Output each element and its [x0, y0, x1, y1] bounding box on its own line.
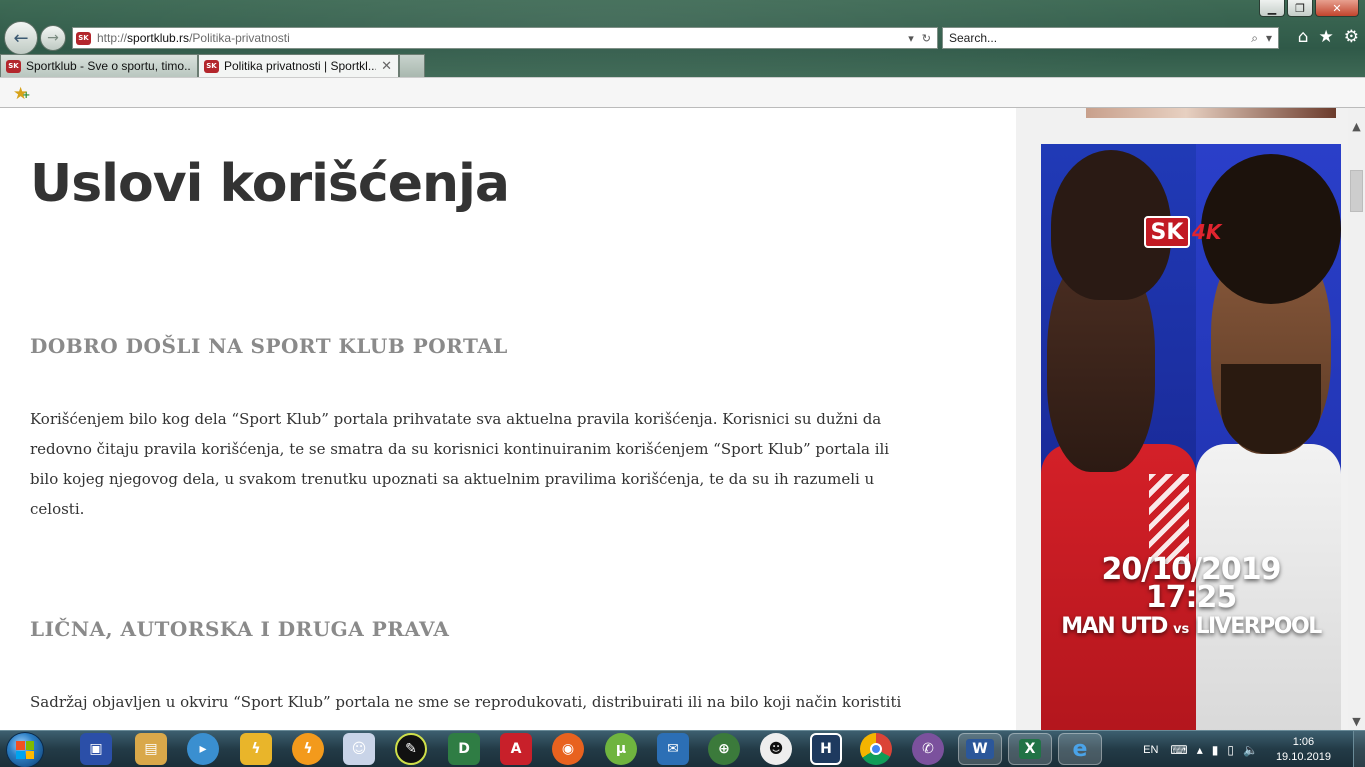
- sidebar: SK 4K 20/10/2019 17:25 MAN UTD vs LIVERP…: [1016, 108, 1348, 730]
- paragraph-line: celosti.: [30, 500, 85, 518]
- show-desktop-button[interactable]: [1353, 731, 1365, 767]
- tab-strip: SK Sportklub - Sve o sportu, timo... SK …: [0, 54, 425, 77]
- logo-4k-label: 4K: [1192, 220, 1222, 244]
- show-hidden-icons-arrow-icon[interactable]: ▴: [1197, 743, 1203, 757]
- match-advertisement[interactable]: SK 4K 20/10/2019 17:25 MAN UTD vs LIVERP…: [1041, 144, 1341, 730]
- clock-date: 19.10.2019: [1275, 750, 1331, 763]
- paragraph-line: Korišćenjem bilo kog dela “Sport Klub” p…: [30, 410, 882, 428]
- url-path: /Politika-privatnosti: [189, 31, 290, 45]
- language-indicator[interactable]: EN: [1143, 744, 1158, 756]
- power-icon[interactable]: ▯: [1227, 743, 1234, 757]
- paragraph-line: Sadržaj objavljen u okviru “Sport Klub” …: [30, 693, 902, 711]
- home-icon[interactable]: ⌂: [1298, 27, 1309, 47]
- word-icon[interactable]: W: [958, 733, 1002, 765]
- windows-logo-icon: [16, 741, 34, 759]
- player-right-beard: [1221, 364, 1321, 454]
- tab-politika-privatnosti[interactable]: SK Politika privatnosti | Sportkl... ✕: [198, 54, 399, 77]
- blackbox-icon[interactable]: ✎: [395, 733, 427, 765]
- favorites-bar: ★ +: [0, 77, 1365, 108]
- clock[interactable]: 1:06 19.10.2019: [1276, 735, 1331, 765]
- mail-icon[interactable]: ✉: [657, 733, 689, 765]
- volume-icon[interactable]: 🔈: [1243, 743, 1258, 757]
- page-content: Uslovi korišćenja DOBRO DOŠLI NA SPORT K…: [0, 108, 1016, 730]
- maximize-button[interactable]: ❐: [1287, 0, 1313, 17]
- forward-button[interactable]: →: [40, 25, 66, 51]
- close-window-button[interactable]: ✕: [1315, 0, 1359, 17]
- minimize-button[interactable]: ▁: [1259, 0, 1285, 17]
- settings-gear-icon[interactable]: ⚙: [1344, 27, 1359, 47]
- paragraph-line: redovno čitaju pravila korišćenja, te se…: [30, 440, 890, 458]
- browser-toolbar-icons: ⌂ ★ ⚙: [1298, 27, 1359, 47]
- scroll-thumb[interactable]: [1350, 170, 1363, 212]
- system-tray: EN ⌨ ▴ ▮ ▯ 🔈 1:06 19.10.2019: [1143, 731, 1365, 767]
- autocad-icon[interactable]: A: [500, 733, 532, 765]
- back-button[interactable]: ←: [4, 21, 38, 55]
- search-placeholder: Search...: [949, 31, 998, 45]
- paragraph-line: bilo kojeg njegovog dela, u svakom trenu…: [30, 470, 875, 488]
- tab-favicon-icon: SK: [204, 59, 219, 73]
- tab-sportklub-home[interactable]: SK Sportklub - Sve o sportu, timo...: [0, 54, 198, 77]
- search-box[interactable]: Search... ⌕ ▾: [942, 27, 1279, 49]
- address-bar[interactable]: SK http://sportklub.rs/Politika-privatno…: [72, 27, 938, 49]
- url-prefix: http://: [97, 31, 128, 45]
- sidebar-image-strip: [1086, 108, 1336, 118]
- chrome-icon[interactable]: [860, 733, 892, 765]
- sk-logo-box: SK: [1144, 216, 1190, 248]
- new-tab-button[interactable]: [399, 54, 425, 77]
- vertical-scrollbar[interactable]: ▲ ▼: [1348, 118, 1365, 730]
- url-text[interactable]: http://sportklub.rs/Politika-privatnosti: [97, 31, 908, 45]
- clock-time: 1:06: [1292, 735, 1315, 748]
- arrow-left-icon: ←: [13, 27, 29, 49]
- viber-icon[interactable]: ✆: [912, 733, 944, 765]
- url-host: sportklub.rs: [127, 31, 190, 45]
- taskbar: ▣ ▤ ▸ ϟ ϟ ☺ ✎ D A ◉ μ ✉ ⊕ ☻ H ✆ W X e EN…: [0, 730, 1365, 767]
- network-signal-icon[interactable]: ▮: [1212, 743, 1219, 757]
- scrollbar-top-gap: [1348, 108, 1365, 118]
- bs-player-icon[interactable]: ▸: [187, 733, 219, 765]
- scroll-up-icon[interactable]: ▲: [1348, 118, 1365, 135]
- versus-label: vs: [1173, 622, 1190, 637]
- player-right-hair: [1201, 154, 1341, 304]
- away-team: LIVERPOOL: [1195, 614, 1322, 639]
- paragraph-rights: Sadržaj objavljen u okviru “Sport Klub” …: [30, 687, 980, 717]
- search-dropdown-icon[interactable]: ▾: [1266, 31, 1272, 46]
- match-time: 17:25: [1145, 580, 1238, 615]
- dreamweaver-icon[interactable]: D: [448, 733, 480, 765]
- window-controls: ▁ ❐ ✕: [1259, 0, 1359, 17]
- section-heading-rights: LIČNA, AUTORSKA I DRUGA PRAVA: [30, 617, 450, 641]
- bot-icon[interactable]: ☺: [343, 733, 375, 765]
- tab-favicon-icon: SK: [6, 59, 21, 73]
- tab-label: Politika privatnosti | Sportkl...: [224, 59, 377, 73]
- page-title: Uslovi korišćenja: [30, 154, 510, 214]
- flashget-icon[interactable]: ϟ: [292, 733, 324, 765]
- utorrent-icon[interactable]: μ: [605, 733, 637, 765]
- scroll-down-icon[interactable]: ▼: [1348, 713, 1365, 730]
- favorites-star-icon[interactable]: ★: [1319, 27, 1334, 47]
- site-favicon-icon: SK: [76, 31, 91, 45]
- add-to-favorites-bar-icon[interactable]: ★ +: [13, 84, 30, 104]
- tab-label: Sportklub - Sve o sportu, timo...: [26, 59, 191, 73]
- excel-icon[interactable]: X: [1008, 733, 1052, 765]
- search-icon[interactable]: ⌕: [1251, 31, 1258, 46]
- globe-icon[interactable]: ⊕: [708, 733, 740, 765]
- sk4k-logo: SK 4K: [1144, 216, 1221, 248]
- refresh-icon[interactable]: ↻: [922, 32, 931, 45]
- player-left-shirt-stripes: [1149, 474, 1189, 564]
- match-teams: MAN UTD vs LIVERPOOL: [1041, 614, 1341, 639]
- address-dropdown-icon[interactable]: ▾: [908, 32, 914, 45]
- internet-explorer-icon[interactable]: e: [1058, 733, 1102, 765]
- paragraph-welcome: Korišćenjem bilo kog dela “Sport Klub” p…: [30, 404, 980, 524]
- avatar-app-icon[interactable]: ☻: [760, 733, 792, 765]
- section-heading-welcome: DOBRO DOŠLI NA SPORT KLUB PORTAL: [30, 334, 508, 358]
- save-disk-icon[interactable]: ▣: [80, 733, 112, 765]
- arrow-right-icon: →: [47, 30, 59, 46]
- home-team: MAN UTD: [1061, 614, 1168, 639]
- winamp-icon[interactable]: ϟ: [240, 733, 272, 765]
- app-h-icon[interactable]: H: [810, 733, 842, 765]
- firefox-icon[interactable]: ◉: [552, 733, 584, 765]
- file-explorer-icon[interactable]: ▤: [135, 733, 167, 765]
- close-tab-icon[interactable]: ✕: [381, 58, 392, 74]
- start-button[interactable]: [6, 732, 44, 767]
- keyboard-icon[interactable]: ⌨: [1170, 743, 1187, 757]
